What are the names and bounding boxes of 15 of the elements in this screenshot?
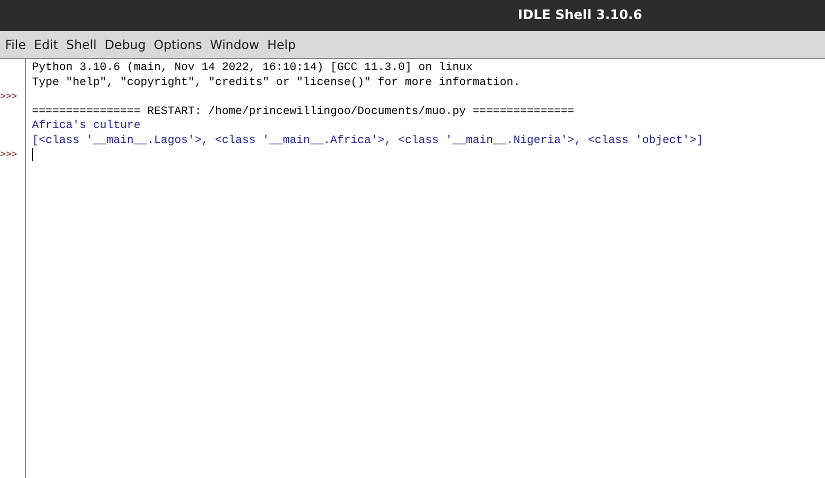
shell-output-line: Type "help", "copyright", "credits" or "license()" for more information. [32,76,520,88]
menu-item[interactable]: Help [267,37,296,52]
window-title: IDLE Shell 3.10.6 [518,8,642,23]
menu-item[interactable]: Edit [34,37,58,52]
menu-item[interactable]: Window [210,37,260,52]
prompt-marker: >>> [0,91,18,102]
shell-output-line: [<class '__main__.Lagos'>, <class '__main__.Africa'>, <class '__main__.Nigeria'>, <class 'object'>] [32,134,704,146]
menu-item[interactable]: File [5,37,26,52]
shell-output-line: Python 3.10.6 (main, Nov 14 2022, 16:10:14) [GCC 11.3.0] on linux [32,62,473,74]
menu-item[interactable]: Shell [66,37,97,52]
prompt-marker: >>> [0,149,18,160]
menu-item[interactable]: Debug [104,37,146,52]
shell-output-line: Africa's culture [32,120,140,132]
menu-item[interactable]: Options [154,37,202,52]
shell-output-line: ================ RESTART: /home/princewillingoo/Documents/muo.py =============== [32,106,574,118]
